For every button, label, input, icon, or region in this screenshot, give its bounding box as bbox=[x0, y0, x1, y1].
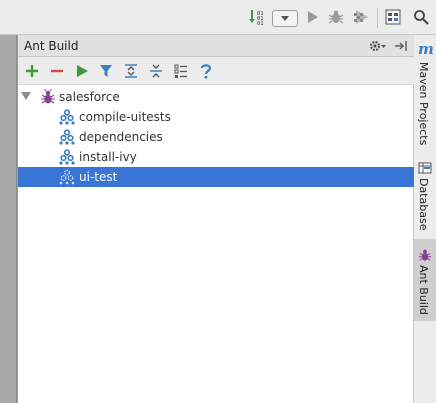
debug-icon[interactable] bbox=[327, 8, 345, 26]
tree-node-target[interactable]: compile-uitests bbox=[18, 107, 414, 127]
ant-build-button[interactable]: Ant Build bbox=[414, 239, 436, 321]
database-label: Database bbox=[417, 178, 430, 231]
add-icon[interactable] bbox=[23, 62, 41, 80]
database-icon bbox=[417, 160, 433, 176]
ant-actions-toolbar bbox=[18, 57, 414, 85]
filter-icon[interactable] bbox=[97, 62, 115, 80]
maven-projects-button[interactable]: m Maven Projects bbox=[414, 35, 436, 145]
database-button[interactable]: Database bbox=[414, 157, 436, 233]
tree-node-target[interactable]: dependencies bbox=[18, 127, 414, 147]
gear-icon[interactable] bbox=[367, 38, 389, 54]
project-structure-icon[interactable] bbox=[384, 8, 402, 26]
maven-icon: m bbox=[418, 40, 434, 58]
properties-icon[interactable] bbox=[172, 62, 190, 80]
left-gutter bbox=[0, 35, 17, 403]
svg-text:01: 01 bbox=[257, 21, 264, 26]
tree-node-target[interactable]: install-ivy bbox=[18, 147, 414, 167]
chevron-down-icon bbox=[281, 16, 289, 21]
ant-target-icon bbox=[59, 109, 75, 125]
search-icon[interactable] bbox=[412, 8, 430, 26]
ant-bug-icon bbox=[40, 89, 56, 105]
main-toolbar: 01 01 01 bbox=[0, 0, 436, 35]
run-icon[interactable] bbox=[73, 62, 91, 80]
tree-node-label: ui-test bbox=[79, 170, 118, 184]
tree-node-label: dependencies bbox=[79, 130, 163, 144]
ant-target-icon bbox=[59, 169, 75, 185]
sort-numeric-icon[interactable]: 01 01 01 bbox=[248, 8, 266, 26]
tool-window-header: Ant Build bbox=[18, 35, 414, 57]
tree-node-salesforce[interactable]: salesforce bbox=[18, 87, 414, 107]
tree-node-label: install-ivy bbox=[79, 150, 137, 164]
tool-window-title: Ant Build bbox=[24, 39, 79, 53]
remove-icon[interactable] bbox=[48, 62, 66, 80]
help-icon[interactable] bbox=[197, 62, 215, 80]
ant-build-label: Ant Build bbox=[417, 265, 430, 315]
ant-target-icon bbox=[59, 149, 75, 165]
ant-build-tool-window: Ant Build salesforce compile-uitests dep… bbox=[17, 35, 414, 403]
ant-bug-icon bbox=[417, 247, 433, 263]
coverage-icon[interactable] bbox=[352, 8, 370, 26]
toolbar-separator bbox=[377, 8, 378, 28]
ant-target-icon bbox=[59, 129, 75, 145]
run-icon[interactable] bbox=[303, 8, 321, 26]
run-config-dropdown[interactable] bbox=[272, 10, 298, 27]
maven-projects-label: Maven Projects bbox=[417, 62, 430, 146]
right-tool-stripe: m Maven Projects Database Ant Build bbox=[414, 35, 436, 403]
collapse-all-icon[interactable] bbox=[147, 62, 165, 80]
tree-node-target-selected[interactable]: ui-test bbox=[18, 167, 414, 187]
hide-panel-icon[interactable] bbox=[393, 38, 409, 54]
tree-node-label: compile-uitests bbox=[79, 110, 171, 124]
expand-all-icon[interactable] bbox=[122, 62, 140, 80]
expand-toggle-icon[interactable] bbox=[21, 92, 31, 100]
tree-node-label: salesforce bbox=[59, 90, 120, 104]
